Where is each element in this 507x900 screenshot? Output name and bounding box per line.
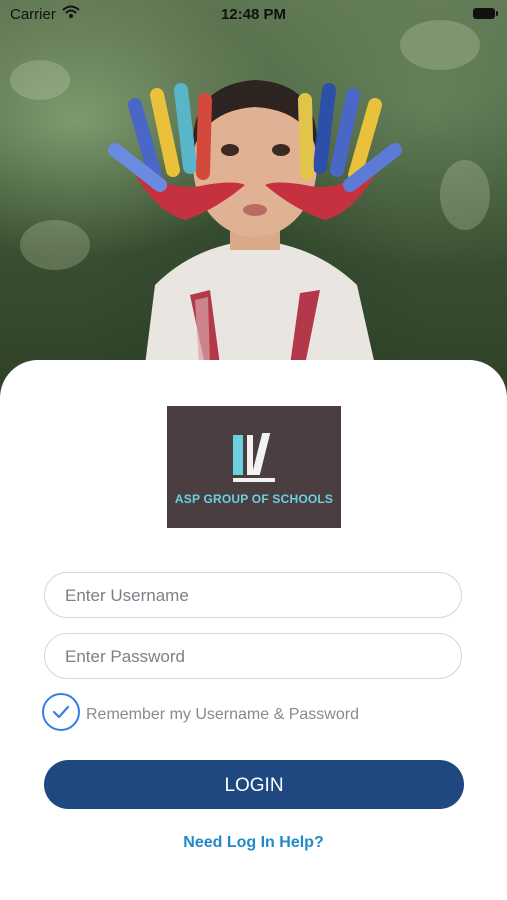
login-button[interactable]: LOGIN <box>44 760 464 809</box>
books-icon <box>233 435 243 475</box>
logo-text: ASP GROUP OF SCHOOLS <box>174 492 334 506</box>
foliage-decoration <box>440 160 490 230</box>
password-field[interactable] <box>44 633 462 680</box>
login-help-link[interactable]: Need Log In Help? <box>0 834 507 852</box>
remember-checkbox[interactable] <box>42 693 80 731</box>
foliage-decoration <box>20 220 90 270</box>
child-with-painted-hands-illustration <box>108 80 402 365</box>
books-icon-part <box>251 433 271 475</box>
password-input[interactable] <box>63 634 447 680</box>
hero-photo <box>0 0 507 400</box>
status-bar: Carrier 12:48 PM <box>0 0 507 28</box>
battery-icon <box>473 8 498 19</box>
username-input[interactable] <box>63 573 447 619</box>
username-field[interactable] <box>44 572 462 619</box>
status-time: 12:48 PM <box>220 6 287 23</box>
remember-label[interactable]: Remember my Username & Password <box>86 706 359 724</box>
foliage-decoration <box>10 60 70 100</box>
remember-me-row[interactable]: Remember my Username & Password <box>42 693 462 735</box>
school-logo: ASP GROUP OF SCHOOLS <box>167 406 341 528</box>
checkmark-icon <box>52 705 70 719</box>
books-icon-shelf <box>233 478 275 482</box>
